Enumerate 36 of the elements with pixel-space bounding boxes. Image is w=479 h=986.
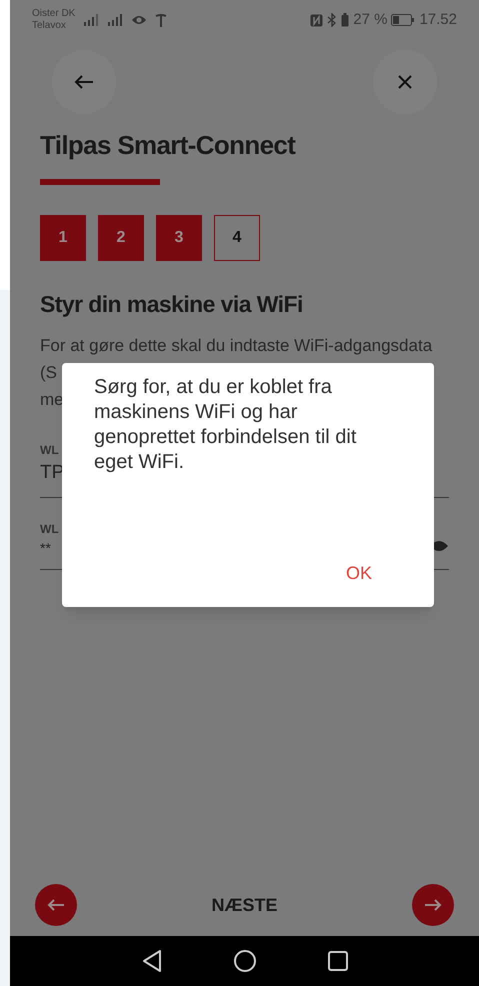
description-text: (S bbox=[40, 362, 57, 384]
dialog-message: Sørg for, at du er koblet fra maskinens WiFi og har genoprettet forbindelsen til dit eget WiFi. bbox=[94, 375, 358, 475]
back-arrow-icon bbox=[74, 74, 94, 90]
close-icon bbox=[397, 74, 413, 90]
clock-time: 17.52 bbox=[419, 10, 457, 30]
step-indicator: 2 bbox=[98, 215, 144, 261]
field-label: WL bbox=[40, 521, 59, 538]
left-arrow-icon bbox=[47, 898, 65, 912]
eye-icon bbox=[131, 14, 148, 26]
battery-saver-icon bbox=[341, 13, 350, 27]
description-text: For at gøre dette skal du indtaste WiFi-adgangsdata bbox=[40, 334, 432, 356]
next-button[interactable] bbox=[412, 884, 454, 926]
field-label: WL bbox=[40, 442, 60, 458]
ok-button[interactable]: OK bbox=[340, 558, 378, 589]
page-title: Tilpas Smart-Connect bbox=[40, 129, 297, 162]
antenna-icon bbox=[155, 14, 168, 26]
battery-icon bbox=[391, 14, 416, 26]
signal-icon bbox=[107, 14, 124, 26]
section-heading: Styr din maskine via WiFi bbox=[40, 290, 304, 319]
step-indicator: 3 bbox=[156, 215, 202, 261]
bluetooth-icon bbox=[327, 13, 338, 27]
step-indicator: 1 bbox=[40, 215, 86, 261]
nfc-icon bbox=[310, 14, 324, 26]
carrier-name: Telavox bbox=[32, 20, 67, 32]
next-link[interactable]: NÆSTE bbox=[211, 892, 278, 918]
recents-square-icon[interactable] bbox=[328, 951, 348, 971]
home-circle-icon[interactable] bbox=[234, 950, 256, 972]
previous-button[interactable] bbox=[35, 884, 77, 926]
signal-icon bbox=[83, 14, 100, 26]
step-indicator: 4 bbox=[214, 215, 260, 261]
description-text: me bbox=[40, 388, 64, 410]
carrier-name: Oister DK bbox=[32, 8, 76, 20]
field-value: ** bbox=[40, 539, 52, 558]
back-triangle-icon[interactable] bbox=[142, 950, 162, 972]
right-arrow-icon bbox=[424, 898, 442, 912]
battery-percent: 27 % bbox=[353, 10, 388, 30]
